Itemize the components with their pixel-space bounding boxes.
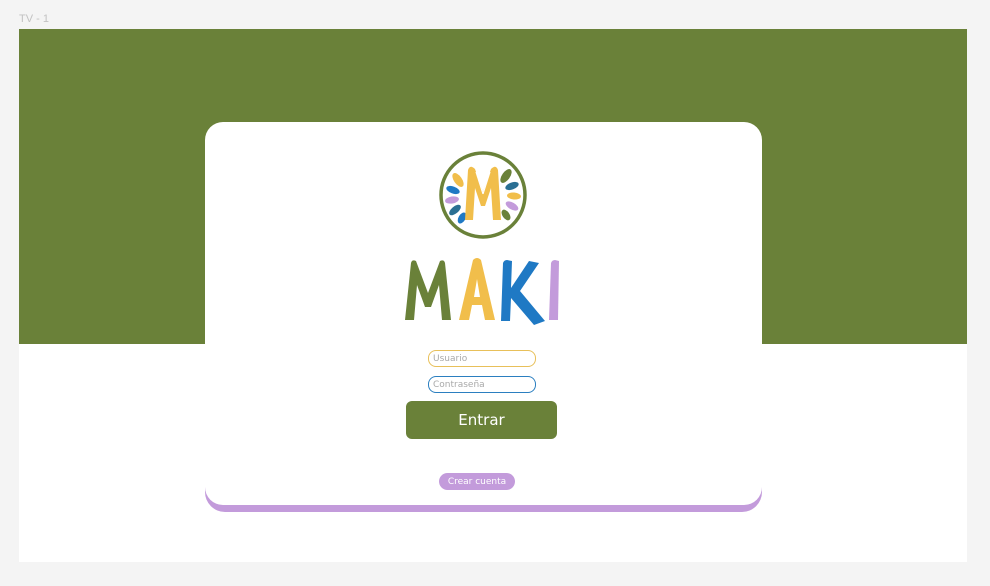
username-input[interactable] — [428, 350, 536, 367]
password-input[interactable] — [428, 376, 536, 393]
create-account-button[interactable]: Crear cuenta — [439, 473, 515, 490]
maki-wordmark — [405, 258, 559, 325]
login-card: Entrar Crear cuenta — [205, 122, 762, 505]
frame-label: TV - 1 — [19, 13, 49, 25]
enter-button[interactable]: Entrar — [406, 401, 557, 439]
maki-logo-icon — [439, 151, 527, 239]
artboard: Entrar Crear cuenta — [19, 29, 967, 562]
